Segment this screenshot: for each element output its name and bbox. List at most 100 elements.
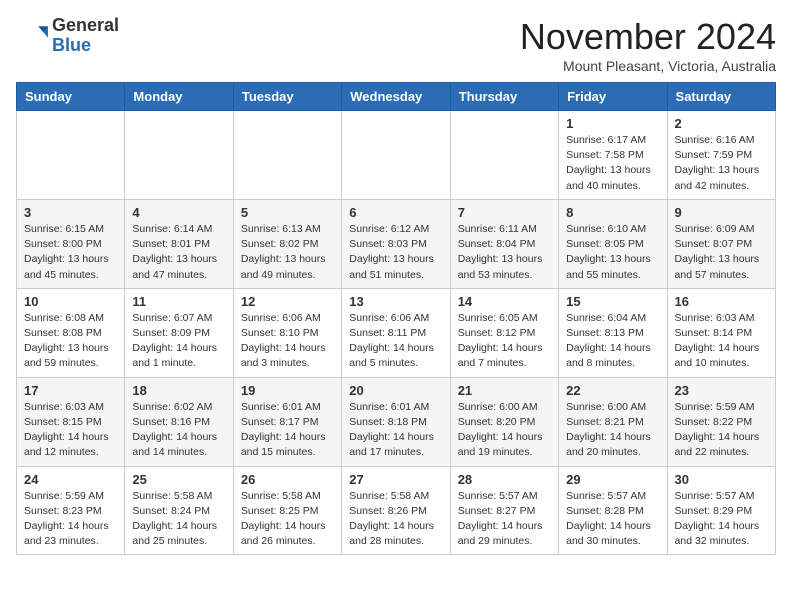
day-number: 14 (458, 294, 551, 309)
day-info: Sunrise: 5:57 AM Sunset: 8:27 PM Dayligh… (458, 489, 551, 550)
day-info: Sunrise: 6:02 AM Sunset: 8:16 PM Dayligh… (132, 400, 225, 461)
day-number: 28 (458, 472, 551, 487)
calendar-cell: 13Sunrise: 6:06 AM Sunset: 8:11 PM Dayli… (342, 288, 450, 377)
month-title: November 2024 (520, 16, 776, 58)
day-number: 8 (566, 205, 659, 220)
day-number: 7 (458, 205, 551, 220)
day-info: Sunrise: 6:06 AM Sunset: 8:10 PM Dayligh… (241, 311, 334, 372)
day-number: 5 (241, 205, 334, 220)
day-info: Sunrise: 5:57 AM Sunset: 8:29 PM Dayligh… (675, 489, 768, 550)
calendar-week-row: 3Sunrise: 6:15 AM Sunset: 8:00 PM Daylig… (17, 199, 776, 288)
day-info: Sunrise: 6:05 AM Sunset: 8:12 PM Dayligh… (458, 311, 551, 372)
day-number: 16 (675, 294, 768, 309)
logo-text: General Blue (52, 16, 119, 56)
day-info: Sunrise: 6:14 AM Sunset: 8:01 PM Dayligh… (132, 222, 225, 283)
day-of-week-header: Thursday (450, 83, 558, 111)
day-info: Sunrise: 6:01 AM Sunset: 8:18 PM Dayligh… (349, 400, 442, 461)
calendar-cell: 10 Sunrise: 6:08 AM Sunset: 8:08 PM Dayli… (17, 288, 125, 377)
day-info: Sunrise: 5:58 AM Sunset: 8:24 PM Dayligh… (132, 489, 225, 550)
day-info: Sunrise: 5:58 AM Sunset: 8:25 PM Dayligh… (241, 489, 334, 550)
day-info: Sunrise: 6:12 AM Sunset: 8:03 PM Dayligh… (349, 222, 442, 283)
day-info: Sunrise: 5:58 AM Sunset: 8:26 PM Dayligh… (349, 489, 442, 550)
day-info: Sunrise: 5:59 AM Sunset: 8:23 PM Dayligh… (24, 489, 117, 550)
day-info: Sunrise: 6:16 AM Sunset: 7:59 PM Dayligh… (675, 133, 768, 194)
calendar-cell: 1Sunrise: 6:17 AM Sunset: 7:58 PM Daylig… (559, 111, 667, 200)
day-of-week-header: Friday (559, 83, 667, 111)
calendar-week-row: 24 Sunrise: 5:59 AM Sunset: 8:23 PM Dayli… (17, 466, 776, 555)
day-of-week-header: Tuesday (233, 83, 341, 111)
calendar-cell: 8 Sunrise: 6:10 AM Sunset: 8:05 PM Daylig… (559, 199, 667, 288)
calendar-cell: 22Sunrise: 6:00 AM Sunset: 8:21 PM Dayli… (559, 377, 667, 466)
calendar-cell: 28 Sunrise: 5:57 AM Sunset: 8:27 PM Dayli… (450, 466, 558, 555)
day-info: Sunrise: 6:03 AM Sunset: 8:15 PM Dayligh… (24, 400, 117, 461)
day-info: Sunrise: 6:10 AM Sunset: 8:05 PM Dayligh… (566, 222, 659, 283)
calendar-table: SundayMondayTuesdayWednesdayThursdayFrid… (16, 82, 776, 555)
day-number: 30 (675, 472, 768, 487)
day-number: 24 (24, 472, 117, 487)
day-of-week-header: Wednesday (342, 83, 450, 111)
day-number: 29 (566, 472, 659, 487)
day-number: 11 (132, 294, 225, 309)
day-number: 6 (349, 205, 442, 220)
calendar-cell: 23Sunrise: 5:59 AM Sunset: 8:22 PM Dayli… (667, 377, 775, 466)
calendar-cell: 3Sunrise: 6:15 AM Sunset: 8:00 PM Daylig… (17, 199, 125, 288)
logo: General Blue (16, 16, 119, 56)
calendar-cell: 4Sunrise: 6:14 AM Sunset: 8:01 PM Daylig… (125, 199, 233, 288)
day-number: 23 (675, 383, 768, 398)
calendar-cell: 14 Sunrise: 6:05 AM Sunset: 8:12 PM Dayli… (450, 288, 558, 377)
calendar-cell: 17 Sunrise: 6:03 AM Sunset: 8:15 PM Dayli… (17, 377, 125, 466)
day-info: Sunrise: 6:00 AM Sunset: 8:20 PM Dayligh… (458, 400, 551, 461)
calendar-cell (17, 111, 125, 200)
calendar-cell: 2 Sunrise: 6:16 AM Sunset: 7:59 PM Daylig… (667, 111, 775, 200)
day-number: 20 (349, 383, 442, 398)
calendar-cell: 21 Sunrise: 6:00 AM Sunset: 8:20 PM Dayli… (450, 377, 558, 466)
day-number: 2 (675, 116, 768, 131)
day-info: Sunrise: 6:09 AM Sunset: 8:07 PM Dayligh… (675, 222, 768, 283)
day-info: Sunrise: 6:11 AM Sunset: 8:04 PM Dayligh… (458, 222, 551, 283)
calendar-header-row: SundayMondayTuesdayWednesdayThursdayFrid… (17, 83, 776, 111)
calendar-cell: 12 Sunrise: 6:06 AM Sunset: 8:10 PM Dayli… (233, 288, 341, 377)
day-of-week-header: Saturday (667, 83, 775, 111)
calendar-week-row: 10 Sunrise: 6:08 AM Sunset: 8:08 PM Dayli… (17, 288, 776, 377)
day-number: 10 (24, 294, 117, 309)
calendar-cell: 30 Sunrise: 5:57 AM Sunset: 8:29 PM Dayli… (667, 466, 775, 555)
calendar-week-row: 17 Sunrise: 6:03 AM Sunset: 8:15 PM Dayli… (17, 377, 776, 466)
day-info: Sunrise: 6:08 AM Sunset: 8:08 PM Dayligh… (24, 311, 117, 372)
calendar-cell: 20 Sunrise: 6:01 AM Sunset: 8:18 PM Dayli… (342, 377, 450, 466)
day-number: 3 (24, 205, 117, 220)
calendar-cell: 24 Sunrise: 5:59 AM Sunset: 8:23 PM Dayli… (17, 466, 125, 555)
location: Mount Pleasant, Victoria, Australia (520, 58, 776, 74)
day-number: 26 (241, 472, 334, 487)
day-info: Sunrise: 6:03 AM Sunset: 8:14 PM Dayligh… (675, 311, 768, 372)
calendar-week-row: 1Sunrise: 6:17 AM Sunset: 7:58 PM Daylig… (17, 111, 776, 200)
calendar-cell (125, 111, 233, 200)
calendar-cell (233, 111, 341, 200)
calendar-cell: 29 Sunrise: 5:57 AM Sunset: 8:28 PM Dayli… (559, 466, 667, 555)
day-number: 12 (241, 294, 334, 309)
title-block: November 2024 Mount Pleasant, Victoria, … (520, 16, 776, 74)
page-header: General Blue November 2024 Mount Pleasan… (16, 16, 776, 74)
calendar-cell: 16 Sunrise: 6:03 AM Sunset: 8:14 PM Dayli… (667, 288, 775, 377)
calendar-cell: 9 Sunrise: 6:09 AM Sunset: 8:07 PM Daylig… (667, 199, 775, 288)
day-of-week-header: Monday (125, 83, 233, 111)
day-info: Sunrise: 6:04 AM Sunset: 8:13 PM Dayligh… (566, 311, 659, 372)
day-number: 27 (349, 472, 442, 487)
calendar-cell (450, 111, 558, 200)
day-number: 25 (132, 472, 225, 487)
day-info: Sunrise: 6:17 AM Sunset: 7:58 PM Dayligh… (566, 133, 659, 194)
day-number: 9 (675, 205, 768, 220)
day-info: Sunrise: 5:57 AM Sunset: 8:28 PM Dayligh… (566, 489, 659, 550)
day-number: 13 (349, 294, 442, 309)
day-number: 19 (241, 383, 334, 398)
day-info: Sunrise: 6:00 AM Sunset: 8:21 PM Dayligh… (566, 400, 659, 461)
day-info: Sunrise: 6:13 AM Sunset: 8:02 PM Dayligh… (241, 222, 334, 283)
day-info: Sunrise: 6:07 AM Sunset: 8:09 PM Dayligh… (132, 311, 225, 372)
day-number: 18 (132, 383, 225, 398)
calendar-cell: 5 Sunrise: 6:13 AM Sunset: 8:02 PM Daylig… (233, 199, 341, 288)
calendar-cell: 7 Sunrise: 6:11 AM Sunset: 8:04 PM Daylig… (450, 199, 558, 288)
day-number: 17 (24, 383, 117, 398)
day-info: Sunrise: 6:01 AM Sunset: 8:17 PM Dayligh… (241, 400, 334, 461)
calendar-cell: 15Sunrise: 6:04 AM Sunset: 8:13 PM Dayli… (559, 288, 667, 377)
day-number: 21 (458, 383, 551, 398)
calendar-cell: 11 Sunrise: 6:07 AM Sunset: 8:09 PM Dayli… (125, 288, 233, 377)
